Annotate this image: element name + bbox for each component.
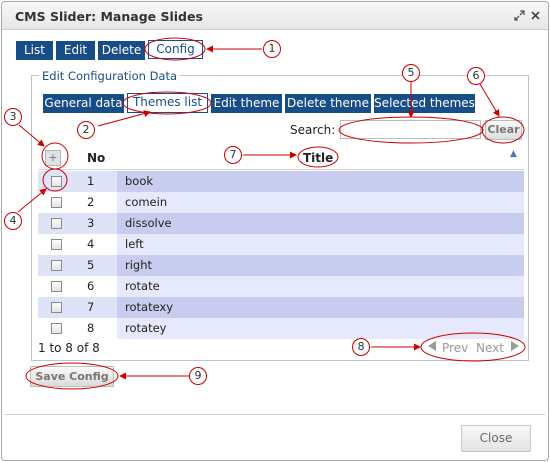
row-select-cell [38, 171, 72, 192]
add-all-button[interactable]: + [45, 150, 61, 166]
tab-delete-theme[interactable]: Delete theme [285, 94, 371, 113]
row-select-cell [38, 234, 72, 255]
close-icon[interactable] [530, 10, 541, 21]
table-row[interactable]: 1 book [38, 171, 524, 192]
callout-4: 4 [4, 212, 22, 230]
tab-selected-themes[interactable]: Selected themes [374, 94, 475, 113]
row-title: right [117, 255, 524, 276]
record-count: 1 to 8 of 8 [38, 341, 100, 355]
callout-5: 5 [402, 64, 420, 82]
column-title[interactable]: Title [303, 151, 333, 165]
tab-themes-list[interactable]: Themes list [127, 93, 208, 113]
table-row[interactable]: 2 comein [38, 192, 524, 213]
table-row[interactable]: 8 rotatey [38, 318, 524, 339]
callout-2: 2 [77, 121, 95, 139]
row-title: comein [117, 192, 524, 213]
footer-divider [5, 414, 545, 415]
callout-8: 8 [352, 338, 370, 356]
expand-icon[interactable] [514, 10, 525, 21]
table-header: + No Title ▲ [38, 146, 524, 170]
save-config-button[interactable]: Save Config [30, 366, 114, 387]
clear-button[interactable]: Clear [485, 120, 522, 140]
row-select-cell [38, 318, 72, 339]
row-checkbox[interactable] [51, 197, 62, 208]
close-button[interactable]: Close [461, 425, 531, 452]
row-number: 5 [72, 255, 117, 276]
table-row[interactable]: 5 right [38, 255, 524, 276]
row-select-cell [38, 213, 72, 234]
row-title: rotatexy [117, 297, 524, 318]
row-select-cell [38, 297, 72, 318]
search-input[interactable] [340, 120, 481, 139]
row-checkbox[interactable] [51, 260, 62, 271]
dialog-title: CMS Slider: Manage Slides [15, 9, 203, 24]
row-checkbox[interactable] [51, 302, 62, 313]
column-no[interactable]: No [87, 151, 105, 165]
callout-6: 6 [467, 67, 485, 85]
row-checkbox[interactable] [51, 239, 62, 250]
row-select-cell [38, 192, 72, 213]
callout-1: 1 [263, 40, 281, 58]
callout-3: 3 [4, 108, 22, 126]
prev-button[interactable]: Prev [442, 341, 468, 355]
dialog-titlebar: CMS Slider: Manage Slides [2, 2, 548, 30]
themes-table: + No Title ▲ 1 book 2 comein 3 dissolve 4 left 5… [38, 146, 524, 339]
row-title: dissolve [117, 213, 524, 234]
config-legend: Edit Configuration Data [39, 69, 181, 83]
row-checkbox[interactable] [51, 176, 62, 187]
search-label: Search: [290, 123, 336, 137]
row-checkbox[interactable] [51, 218, 62, 229]
row-title: rotate [117, 276, 524, 297]
table-row[interactable]: 7 rotatexy [38, 297, 524, 318]
row-select-cell [38, 276, 72, 297]
row-number: 1 [72, 171, 117, 192]
row-title: book [117, 171, 524, 192]
tab-config[interactable]: Config [148, 40, 203, 59]
tab-delete[interactable]: Delete [98, 41, 145, 60]
row-number: 7 [72, 297, 117, 318]
row-title: left [117, 234, 524, 255]
tab-edit-theme[interactable]: Edit theme [211, 94, 282, 113]
next-button[interactable]: Next [476, 341, 504, 355]
row-number: 8 [72, 318, 117, 339]
next-arrow-icon[interactable] [510, 340, 520, 352]
tab-list[interactable]: List [16, 41, 53, 60]
prev-arrow-icon[interactable] [427, 340, 437, 352]
table-row[interactable]: 4 left [38, 234, 524, 255]
table-row[interactable]: 6 rotate [38, 276, 524, 297]
callout-7: 7 [224, 146, 242, 164]
tab-general-data[interactable]: General data [43, 94, 124, 113]
row-number: 3 [72, 213, 117, 234]
row-select-cell [38, 255, 72, 276]
row-title: rotatey [117, 318, 524, 339]
table-row[interactable]: 3 dissolve [38, 213, 524, 234]
tab-edit[interactable]: Edit [56, 41, 95, 60]
row-checkbox[interactable] [51, 323, 62, 334]
row-number: 2 [72, 192, 117, 213]
sort-asc-icon[interactable]: ▲ [510, 149, 517, 159]
row-checkbox[interactable] [51, 281, 62, 292]
row-number: 4 [72, 234, 117, 255]
callout-9: 9 [189, 367, 207, 385]
row-number: 6 [72, 276, 117, 297]
